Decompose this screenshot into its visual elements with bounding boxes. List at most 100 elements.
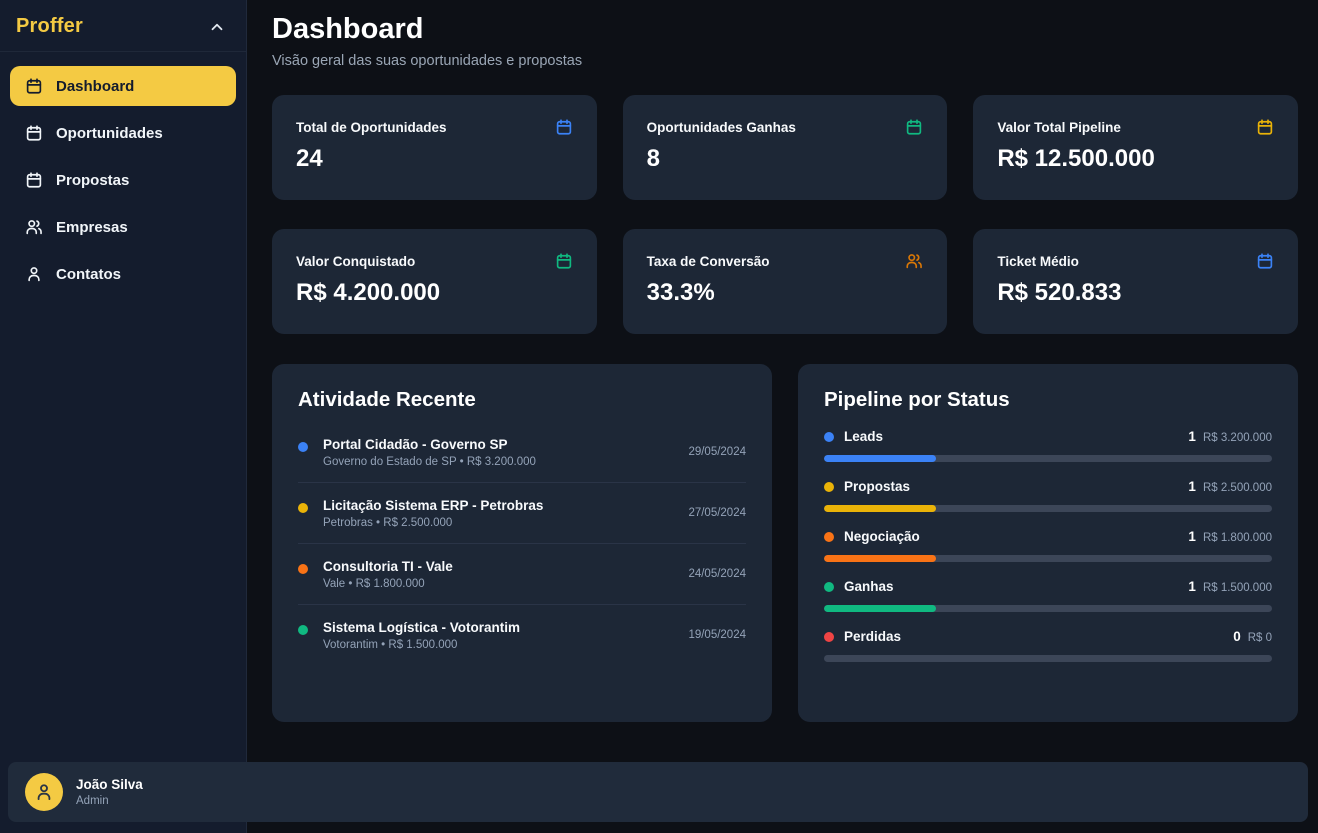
stat-value: 24	[296, 145, 573, 173]
stat-value: 33.3%	[647, 279, 924, 307]
pipeline-value: R$ 0	[1248, 632, 1272, 644]
pipeline-label: Leads	[844, 429, 883, 444]
activity-item: Consultoria TI - Vale Vale • R$ 1.800.00…	[298, 543, 746, 604]
users-icon	[905, 252, 923, 270]
pipeline-value: R$ 1.500.000	[1203, 582, 1272, 594]
activity-item: Sistema Logística - Votorantim Votoranti…	[298, 604, 746, 665]
pipeline-count: 1	[1188, 479, 1196, 494]
calendar-icon	[25, 171, 43, 189]
progress-bar-fill	[824, 555, 936, 562]
pipeline-panel: Pipeline por Status Leads 1 R$ 3.200.000	[798, 364, 1298, 722]
calendar-icon	[555, 118, 573, 136]
user-icon	[34, 782, 54, 802]
status-dot	[824, 482, 834, 492]
activity-list: Portal Cidadão - Governo SP Governo do E…	[298, 422, 746, 665]
stat-label: Ticket Médio	[997, 254, 1079, 269]
sidebar-item-contatos[interactable]: Contatos	[10, 254, 236, 294]
status-dot	[824, 532, 834, 542]
calendar-icon	[1256, 118, 1274, 136]
app-window: Proffer Dashboard Oportunidades	[0, 0, 1318, 833]
pipeline-row-perdidas: Perdidas 0 R$ 0	[824, 629, 1272, 662]
main-content: Dashboard Visão geral das suas oportunid…	[247, 0, 1318, 833]
progress-bar-track	[824, 455, 1272, 462]
stat-value: R$ 520.833	[997, 279, 1274, 307]
calendar-icon	[555, 252, 573, 270]
calendar-icon	[1256, 252, 1274, 270]
stats-grid: Total de Oportunidades 24 Oportunidades …	[272, 95, 1298, 334]
sidebar-collapse-button[interactable]	[206, 16, 228, 38]
stat-label: Total de Oportunidades	[296, 120, 447, 135]
pipeline-label: Ganhas	[844, 579, 894, 594]
user-icon	[25, 265, 43, 283]
pipeline-value: R$ 3.200.000	[1203, 432, 1272, 444]
sidebar: Proffer Dashboard Oportunidades	[0, 0, 247, 833]
chevron-up-icon	[208, 18, 226, 36]
pipeline-label: Negociação	[844, 529, 920, 544]
pipeline-title: Pipeline por Status	[824, 388, 1272, 412]
calendar-icon	[25, 124, 43, 142]
stat-label: Valor Total Pipeline	[997, 120, 1121, 135]
sidebar-item-label: Oportunidades	[56, 125, 163, 142]
user-bar[interactable]: João Silva Admin	[8, 762, 1308, 822]
activity-date: 27/05/2024	[688, 507, 746, 519]
stat-label: Oportunidades Ganhas	[647, 120, 796, 135]
progress-bar-fill	[824, 605, 936, 612]
activity-title: Sistema Logística - Votorantim	[323, 620, 673, 635]
stat-card-taxa-conversao: Taxa de Conversão 33.3%	[623, 229, 948, 334]
stat-value: R$ 4.200.000	[296, 279, 573, 307]
brand-logo: Proffer	[16, 15, 83, 38]
activity-subtitle: Governo do Estado de SP • R$ 3.200.000	[323, 456, 673, 468]
stat-label: Valor Conquistado	[296, 254, 415, 269]
stat-card-total-oportunidades: Total de Oportunidades 24	[272, 95, 597, 200]
panels-row: Atividade Recente Portal Cidadão - Gover…	[272, 364, 1298, 722]
pipeline-count: 1	[1188, 429, 1196, 444]
pipeline-row-negociacao: Negociação 1 R$ 1.800.000	[824, 529, 1272, 562]
calendar-icon	[905, 118, 923, 136]
stat-card-oportunidades-ganhas: Oportunidades Ganhas 8	[623, 95, 948, 200]
activity-date: 24/05/2024	[688, 568, 746, 580]
pipeline-row-leads: Leads 1 R$ 3.200.000	[824, 429, 1272, 462]
pipeline-row-ganhas: Ganhas 1 R$ 1.500.000	[824, 579, 1272, 612]
activity-title: Consultoria TI - Vale	[323, 559, 673, 574]
activity-date: 29/05/2024	[688, 446, 746, 458]
sidebar-nav: Dashboard Oportunidades Propostas Empres…	[0, 52, 246, 308]
pipeline-count: 0	[1233, 629, 1241, 644]
pipeline-label: Perdidas	[844, 629, 901, 644]
pipeline-count: 1	[1188, 579, 1196, 594]
stat-card-ticket-medio: Ticket Médio R$ 520.833	[973, 229, 1298, 334]
activity-date: 19/05/2024	[688, 629, 746, 641]
calendar-icon	[25, 77, 43, 95]
status-dot	[298, 442, 308, 452]
page-title: Dashboard	[272, 13, 1298, 46]
stat-card-valor-conquistado: Valor Conquistado R$ 4.200.000	[272, 229, 597, 334]
progress-bar-track	[824, 555, 1272, 562]
activity-item: Portal Cidadão - Governo SP Governo do E…	[298, 422, 746, 482]
sidebar-item-empresas[interactable]: Empresas	[10, 207, 236, 247]
sidebar-item-label: Dashboard	[56, 78, 134, 95]
activity-title: Portal Cidadão - Governo SP	[323, 437, 673, 452]
progress-bar-fill	[824, 455, 936, 462]
stat-value: R$ 12.500.000	[997, 145, 1274, 173]
status-dot	[824, 632, 834, 642]
progress-bar-track	[824, 655, 1272, 662]
progress-bar-fill	[824, 505, 936, 512]
status-dot	[824, 582, 834, 592]
sidebar-item-oportunidades[interactable]: Oportunidades	[10, 113, 236, 153]
user-role: Admin	[76, 795, 143, 807]
status-dot	[298, 625, 308, 635]
sidebar-item-propostas[interactable]: Propostas	[10, 160, 236, 200]
sidebar-item-label: Empresas	[56, 219, 128, 236]
recent-activity-panel: Atividade Recente Portal Cidadão - Gover…	[272, 364, 772, 722]
sidebar-item-dashboard[interactable]: Dashboard	[10, 66, 236, 106]
activity-item: Licitação Sistema ERP - Petrobras Petrob…	[298, 482, 746, 543]
sidebar-item-label: Propostas	[56, 172, 129, 189]
status-dot	[298, 564, 308, 574]
activity-subtitle: Votorantim • R$ 1.500.000	[323, 639, 673, 651]
status-dot	[298, 503, 308, 513]
stat-value: 8	[647, 145, 924, 173]
users-icon	[25, 218, 43, 236]
progress-bar-track	[824, 605, 1272, 612]
stat-label: Taxa de Conversão	[647, 254, 770, 269]
pipeline-label: Propostas	[844, 479, 910, 494]
pipeline-value: R$ 2.500.000	[1203, 482, 1272, 494]
